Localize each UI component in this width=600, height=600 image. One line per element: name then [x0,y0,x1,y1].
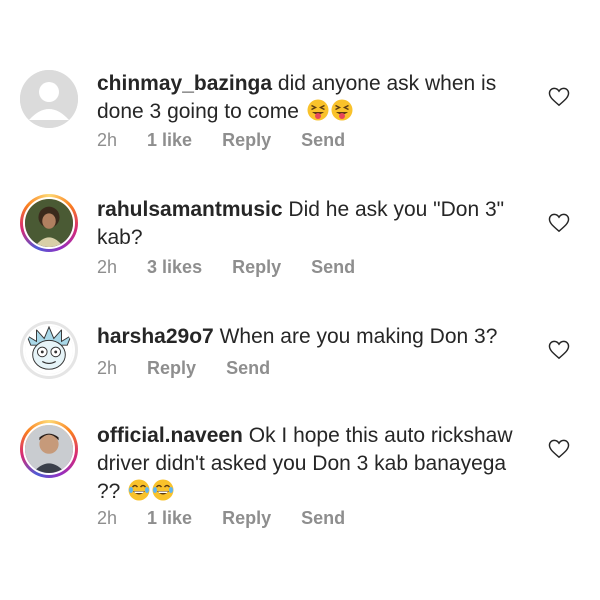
send-button[interactable]: Send [301,508,345,529]
likes-count[interactable]: 1 like [147,130,192,151]
heart-icon[interactable] [548,439,570,459]
timestamp: 2h [97,508,118,528]
profile-photo-icon [25,199,73,247]
likes-count[interactable]: 3 likes [147,257,202,278]
avatar-default[interactable] [20,70,78,128]
comment-meta: 2h 1 like Reply Send [97,130,345,151]
comment-text: official.naveen Ok I hope this auto rick… [97,422,517,506]
avatar-story-ring[interactable] [20,420,78,478]
comment-text: chinmay_bazinga did anyone ask when is d… [97,70,517,126]
laughing-emoji [128,479,150,501]
comment-text: harsha29o7 When are you making Don 3? [97,323,517,351]
username[interactable]: chinmay_bazinga [97,72,272,95]
heart-icon[interactable] [548,213,570,233]
heart-icon[interactable] [548,87,570,107]
comment-body: When are you making Don 3? [219,325,498,348]
comment-meta: 2h 3 likes Reply Send [97,257,355,278]
timestamp: 2h [97,358,118,378]
cartoon-face-icon [25,326,73,374]
username[interactable]: harsha29o7 [97,325,214,348]
send-button[interactable]: Send [226,358,270,379]
reply-button[interactable]: Reply [222,508,271,529]
comment-text: rahulsamantmusic Did he ask you "Don 3" … [97,196,517,252]
squinting-tongue-emoji [331,99,353,121]
avatar-story-ring[interactable] [20,194,78,252]
comment-meta: 2h 1 like Reply Send [97,508,345,529]
username[interactable]: official.naveen [97,424,243,447]
heart-icon[interactable] [548,340,570,360]
avatar-cartoon[interactable] [20,321,78,379]
timestamp: 2h [97,257,118,277]
timestamp: 2h [97,130,118,150]
likes-count[interactable]: 1 like [147,508,192,529]
default-user-icon [20,70,78,128]
squinting-tongue-emoji [307,99,329,121]
send-button[interactable]: Send [301,130,345,151]
laughing-emoji [152,479,174,501]
comment-meta: 2h Reply Send [97,358,270,379]
reply-button[interactable]: Reply [147,358,196,379]
reply-button[interactable]: Reply [232,257,281,278]
reply-button[interactable]: Reply [222,130,271,151]
send-button[interactable]: Send [311,257,355,278]
username[interactable]: rahulsamantmusic [97,198,283,221]
profile-photo-icon [25,425,73,473]
